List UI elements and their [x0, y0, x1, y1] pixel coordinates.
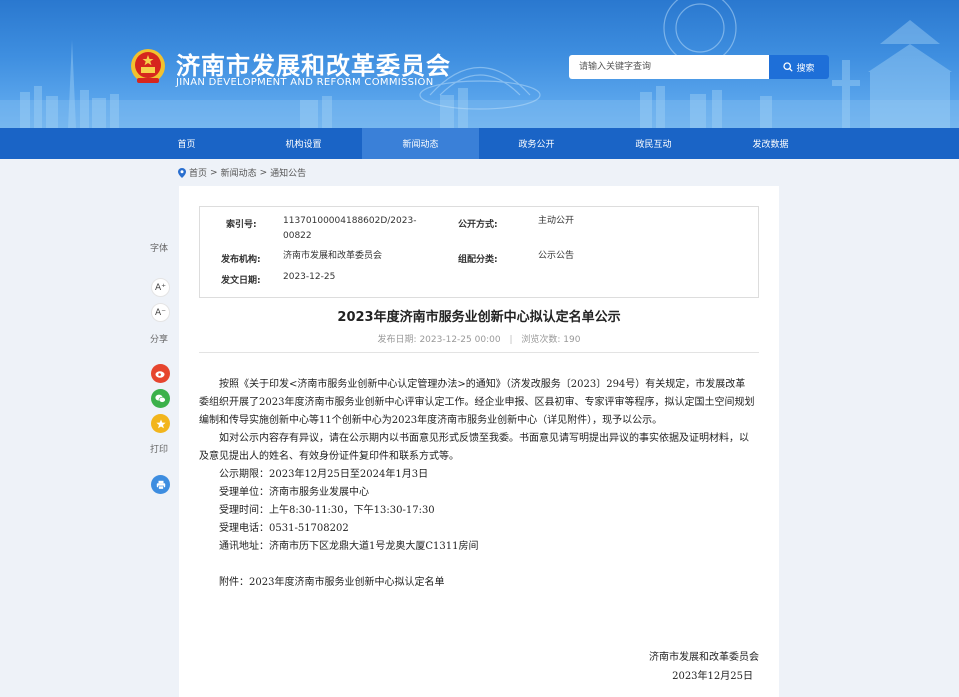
star-icon	[155, 419, 166, 428]
national-emblem-icon	[131, 49, 165, 83]
font-decrease-button[interactable]: A⁻	[151, 303, 170, 322]
share-label: 分享	[150, 335, 169, 345]
wechat-icon	[155, 394, 166, 403]
search-button-label: 搜索	[796, 63, 815, 74]
weibo-share-button[interactable]	[151, 364, 170, 383]
breadcrumb-separator: >	[259, 167, 268, 178]
breadcrumb-notice[interactable]: 通知公告	[270, 166, 306, 179]
index-label: 索引号:	[226, 220, 257, 230]
paragraph-2: 如对公示内容存有异议，请在公示期内以书面意见形式反馈至我委。书面意见请写明提出异…	[199, 433, 749, 462]
org-label: 发布机构:	[221, 255, 261, 265]
weibo-icon	[155, 371, 165, 378]
publish-date-label: 发布日期:	[377, 335, 417, 345]
publish-type-value: 主动公开	[538, 216, 575, 226]
printer-icon	[156, 480, 165, 490]
date-value: 2023-12-25	[283, 272, 336, 282]
breadcrumb-news[interactable]: 新闻动态	[221, 166, 257, 179]
article-content: 按照《关于印发<济南市服务业创新中心认定管理办法>的通知》（济发改服务〔2023…	[199, 376, 755, 592]
article-title: 2023年度济南市服务业创新中心拟认定名单公示	[337, 310, 621, 325]
main-nav: 首页 机构设置 新闻动态 政务公开 政民互动 发改数据	[0, 128, 959, 159]
wechat-share-button[interactable]	[151, 389, 170, 408]
nav-item-organization[interactable]: 机构设置	[245, 128, 362, 159]
breadcrumb: 首页 > 新闻动态 > 通知公告	[178, 166, 306, 179]
breadcrumb-separator: >	[210, 167, 218, 178]
nav-item-interaction[interactable]: 政民互动	[595, 128, 712, 159]
signature: 济南市发展和改革委员会 2023年12月25日	[649, 648, 759, 686]
search-icon	[783, 62, 794, 72]
signature-org: 济南市发展和改革委员会	[649, 652, 759, 663]
breadcrumb-home[interactable]: 首页	[189, 166, 207, 179]
info-line: 通讯地址：济南市历下区龙鼎大道1号龙奥大厦C1311房间	[219, 541, 479, 552]
site-header: 济南市发展和改革委员会 JINAN DEVELOPMENT AND REFORM…	[0, 0, 959, 128]
date-label: 发文日期:	[221, 276, 261, 286]
nav-item-home[interactable]: 首页	[128, 128, 245, 159]
location-pin-icon	[178, 167, 186, 178]
print-label: 打印	[150, 445, 169, 455]
qzone-share-button[interactable]	[151, 414, 170, 433]
publish-type-label: 公开方式:	[458, 220, 498, 230]
print-button[interactable]	[151, 475, 170, 494]
search-button[interactable]: 搜索	[769, 55, 829, 79]
nav-item-news[interactable]: 新闻动态	[362, 128, 479, 159]
site-subtitle: JINAN DEVELOPMENT AND REFORM COMMISSION	[176, 77, 434, 88]
meta-info-box: 索引号: 11370100004188602D/2023-00822 公开方式:…	[199, 206, 759, 298]
article-info: 发布日期: 2023-12-25 00:00 | 浏览次数: 190	[377, 335, 581, 345]
info-line: 受理时间：上午8:30-11:30，下午13:30-17:30	[219, 505, 435, 516]
nav-item-government-affairs[interactable]: 政务公开	[478, 128, 595, 159]
article-card: 索引号: 11370100004188602D/2023-00822 公开方式:…	[179, 186, 779, 697]
paragraph-1: 按照《关于印发<济南市服务业创新中心认定管理办法>的通知》（济发改服务〔2023…	[199, 379, 755, 426]
views-label: 浏览次数:	[521, 335, 561, 345]
category-label: 组配分类:	[458, 255, 498, 265]
info-line: 公示期限：2023年12月25日至2024年1月3日	[219, 469, 429, 480]
divider	[199, 352, 759, 353]
views-count: 190	[563, 335, 581, 345]
index-value: 11370100004188602D/2023-00822	[283, 216, 417, 241]
font-size-label: 字体	[150, 244, 169, 254]
publish-date: 2023-12-25 00:00	[419, 335, 501, 345]
info-line: 受理电话：0531-51708202	[219, 523, 349, 534]
category-value: 公示公告	[538, 251, 575, 261]
font-increase-button[interactable]: A⁺	[151, 278, 170, 297]
search-input[interactable]	[569, 55, 769, 79]
nav-item-data[interactable]: 发改数据	[712, 128, 829, 159]
signature-date: 2023年12月25日	[672, 671, 753, 682]
info-line: 受理单位：济南市服务业发展中心	[219, 487, 369, 498]
org-value: 济南市发展和改革委员会	[283, 251, 383, 261]
site-title: 济南市发展和改革委员会	[176, 52, 451, 80]
attachment-link[interactable]: 附件：2023年度济南市服务业创新中心拟认定名单	[199, 574, 755, 592]
